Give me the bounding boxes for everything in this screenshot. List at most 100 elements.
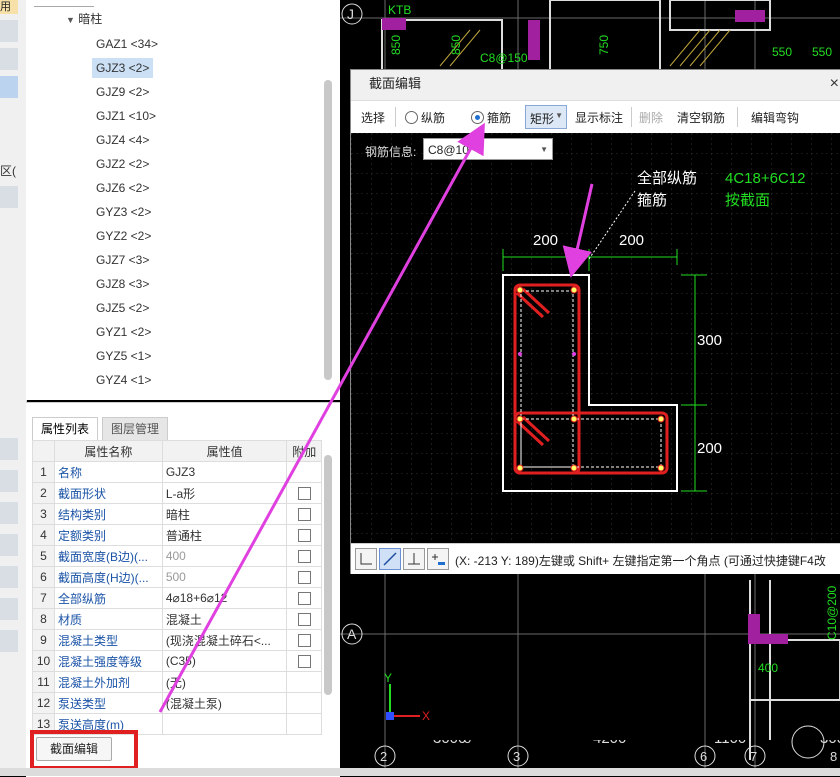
dock-chip[interactable] — [0, 566, 18, 588]
extra-cell — [286, 482, 322, 504]
tree-item[interactable]: GYZ1 <2> — [92, 322, 155, 342]
table-row[interactable]: 4 定额类别 普通柱 — [32, 524, 322, 546]
select-button[interactable]: 选择 — [361, 109, 385, 126]
tree-item[interactable]: GJZ9 <2> — [92, 82, 153, 102]
dialog-toolbar: 选择 纵筋 箍筋 矩形 ▼ 显示标注 删除 清空钢筋 编辑弯钩 — [351, 100, 840, 134]
property-value[interactable]: 普通柱 — [161, 524, 288, 546]
property-value[interactable]: (C35) — [161, 650, 288, 672]
property-value[interactable]: 400 — [161, 545, 288, 567]
table-row[interactable]: 9 混凝土类型 (现浇混凝土碎石<... — [32, 629, 322, 651]
tree-item[interactable]: GYZ2 <2> — [92, 226, 155, 246]
table-row[interactable]: 12 泵送类型 (混凝土泵) — [32, 692, 322, 714]
tree-item[interactable]: GJZ6 <2> — [92, 178, 153, 198]
perpendicular-icon[interactable] — [403, 548, 425, 570]
tree-item[interactable]: GJZ1 <10> — [92, 106, 160, 126]
shape-dropdown[interactable]: 矩形 ▼ — [525, 105, 567, 129]
extra-checkbox[interactable] — [297, 613, 311, 627]
dock-chip[interactable] — [0, 470, 18, 492]
header-index — [32, 440, 55, 462]
label-all-long: 全部纵筋 — [637, 169, 697, 187]
tree-item[interactable]: GYZ4 <1> — [92, 370, 155, 390]
tree-group[interactable]: ▼ 暗柱 — [66, 10, 102, 27]
dock-chip[interactable] — [0, 438, 18, 460]
extra-checkbox[interactable] — [297, 550, 311, 564]
close-icon[interactable]: × — [830, 70, 839, 98]
tree-scrollbar[interactable] — [324, 80, 332, 380]
radio-off-icon — [405, 111, 418, 124]
label-stirrup: 箍筋 — [637, 192, 667, 209]
property-value[interactable]: (无) — [161, 671, 288, 693]
extra-checkbox[interactable] — [297, 571, 311, 585]
extra-checkbox[interactable] — [297, 634, 311, 648]
property-value[interactable]: 暗柱 — [161, 503, 288, 525]
extra-checkbox[interactable] — [297, 508, 311, 522]
tree-item[interactable]: GJZ2 <2> — [92, 154, 153, 174]
tree-item[interactable]: GJZ7 <3> — [92, 250, 153, 270]
dock-chip[interactable] — [0, 20, 18, 42]
line-icon[interactable] — [379, 548, 401, 570]
dock-chip[interactable] — [0, 630, 18, 652]
clear-rebar-button[interactable]: 清空钢筋 — [677, 109, 725, 126]
table-row[interactable]: 2 截面形状 L-a形 — [32, 482, 322, 504]
extra-checkbox[interactable] — [297, 592, 311, 606]
radio-longitudinal[interactable]: 纵筋 — [405, 109, 445, 126]
property-value[interactable]: GJZ3 — [161, 461, 288, 483]
property-value[interactable] — [161, 713, 288, 735]
dock-chip[interactable] — [0, 48, 18, 70]
dock-chip[interactable] — [0, 598, 18, 620]
tree-item[interactable]: GJZ3 <2> — [92, 58, 154, 78]
snap-icon[interactable] — [427, 548, 449, 570]
dock-chip[interactable] — [0, 186, 18, 208]
ortho-icon[interactable] — [355, 548, 377, 570]
dock-chip[interactable] — [0, 502, 18, 524]
extra-checkbox[interactable] — [297, 655, 311, 669]
property-value[interactable]: 混凝土 — [161, 608, 288, 630]
dock-chip[interactable] — [0, 534, 18, 556]
component-tree-panel: ▼ 暗柱 GAZ1 <34> GJZ3 <2> GJZ9 <2> GJZ1 <10> G… — [26, 0, 341, 400]
property-value[interactable]: (现浇混凝土碎石<... — [161, 629, 288, 651]
table-row[interactable]: 6 截面高度(H边)(... 500 — [32, 566, 322, 588]
property-value[interactable]: L-a形 — [161, 482, 288, 504]
property-value[interactable]: (混凝土泵) — [161, 692, 288, 714]
tab-layer-manager[interactable]: 图层管理 — [102, 417, 169, 441]
tree-item[interactable]: GJZ4 <4> — [92, 130, 153, 150]
collapse-triangle-icon[interactable]: ▼ — [66, 15, 75, 25]
extra-cell — [286, 671, 322, 693]
property-name: 定额类别 — [53, 524, 163, 546]
section-canvas[interactable]: 200 200 300 200 全部纵筋 箍筋 4C18+6C12 按截面 钢筋… — [351, 133, 840, 543]
show-annotation-button[interactable]: 显示标注 — [575, 109, 623, 126]
tree-item[interactable]: GYZ3 <2> — [92, 202, 155, 222]
extra-cell — [286, 713, 322, 735]
tree-item[interactable]: GJZ5 <2> — [92, 298, 153, 318]
axis-label-j: J — [347, 6, 354, 22]
tab-property-list[interactable]: 属性列表 — [32, 417, 99, 441]
cad-label: 750 — [597, 35, 611, 55]
table-row[interactable]: 3 结构类别 暗柱 — [32, 503, 322, 525]
dock-chip[interactable] — [0, 76, 18, 98]
table-row[interactable]: 11 混凝土外加剂 (无) — [32, 671, 322, 693]
dialog-titlebar[interactable]: 截面编辑 × — [351, 70, 840, 98]
table-row[interactable]: 10 混凝土强度等级 (C35) — [32, 650, 322, 672]
property-value[interactable]: 500 — [161, 566, 288, 588]
extra-checkbox[interactable] — [297, 529, 311, 543]
tree-item[interactable]: GYZ5 <1> — [92, 346, 155, 366]
property-name: 截面宽度(B边)(... — [53, 545, 163, 567]
property-name: 混凝土类型 — [53, 629, 163, 651]
tree-item[interactable]: GJZ8 <3> — [92, 274, 153, 294]
table-row[interactable]: 8 材质 混凝土 — [32, 608, 322, 630]
green-section-label: 按截面 — [725, 192, 770, 209]
table-row[interactable]: 1 名称 GJZ3 — [32, 461, 322, 483]
dialog-statusbar: (X: -213 Y: 189)左键或 Shift+ 左键指定第一个角点 (可通… — [351, 543, 840, 574]
edit-hook-button[interactable]: 编辑弯钩 — [751, 109, 799, 126]
extra-checkbox[interactable] — [297, 487, 311, 501]
cad-label: C8@150 — [480, 51, 528, 65]
delete-button[interactable]: 删除 — [639, 109, 663, 126]
property-value[interactable]: 4⌀18+6⌀12 — [161, 587, 288, 609]
table-row[interactable]: 5 截面宽度(B边)(... 400 — [32, 545, 322, 567]
table-row[interactable]: 7 全部纵筋 4⌀18+6⌀12 — [32, 587, 322, 609]
rebar-info-combo[interactable]: C8@10 ▼ — [423, 138, 553, 160]
property-scrollbar[interactable] — [324, 455, 332, 695]
partial-tab[interactable]: 用 — [0, 0, 18, 14]
tree-item[interactable]: GAZ1 <34> — [92, 34, 162, 54]
radio-stirrup[interactable]: 箍筋 — [471, 109, 511, 126]
